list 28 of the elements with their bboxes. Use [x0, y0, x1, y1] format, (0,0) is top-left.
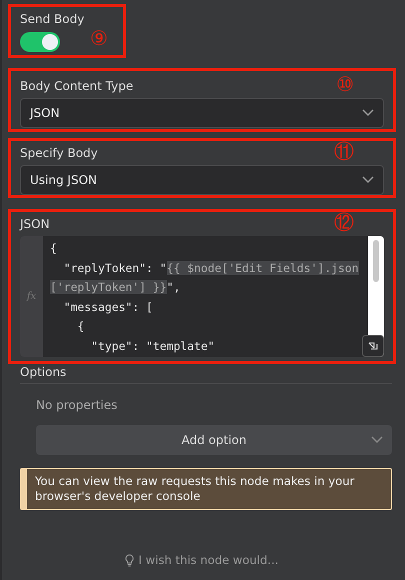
select-field[interactable]: Using JSON — [20, 165, 384, 195]
annotation-number: ⑪ — [334, 141, 354, 161]
info-notice: You can view the raw requests this node makes in your browser's developer console — [20, 468, 392, 510]
expand-icon[interactable] — [362, 335, 384, 357]
field-label: Send Body — [20, 12, 86, 27]
code-line: "replyToken": "{{ $node['Edit Fields'].json — [62, 260, 359, 276]
annotation-number: ⑩ — [336, 74, 354, 94]
chevron-icon — [362, 176, 374, 184]
code-line: "type": "template" — [90, 338, 215, 354]
lightbulb-icon — [124, 554, 134, 566]
field-label: JSON — [20, 217, 50, 232]
field-label: Body Content Type — [20, 79, 134, 94]
toggle-switch[interactable] — [20, 32, 60, 52]
code-line: ['replyToken'] }}", — [50, 279, 180, 296]
field-label: Specify Body — [20, 146, 98, 161]
code-line: { — [76, 318, 84, 335]
code-line: "messages": [ — [62, 298, 153, 316]
code-editor[interactable]: { "replyToken": "{{ $node['Edit Fields'].json ['replyToken'] }}", "messages": [ { "type": "template" — [43, 236, 368, 357]
annotation-number: ⑨ — [90, 28, 108, 48]
add-option-button[interactable]: Add option — [36, 425, 392, 455]
section-title: Options — [20, 365, 392, 384]
code-line: { — [50, 240, 57, 257]
annotation-number: ⑫ — [334, 212, 354, 232]
feedback-link[interactable]: I wish this node would... — [138, 553, 278, 567]
chevron-icon — [362, 109, 374, 117]
select-field[interactable]: JSON — [20, 98, 384, 128]
empty-text: No properties — [36, 398, 118, 412]
chevron-icon — [371, 436, 383, 444]
